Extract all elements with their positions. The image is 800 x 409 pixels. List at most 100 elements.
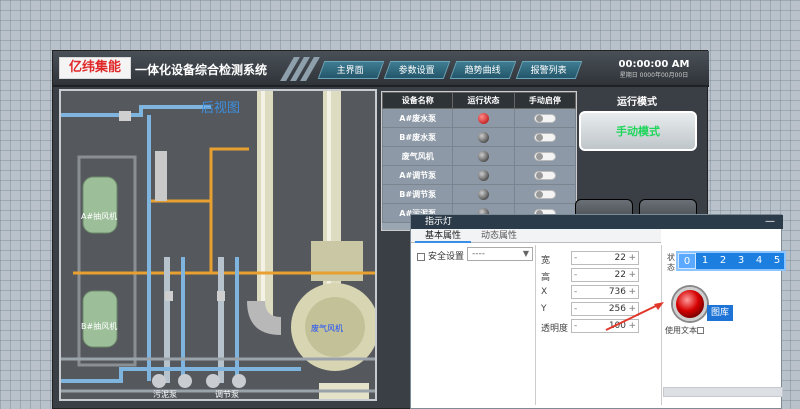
dialog-tab-bar: 基本属性 动态属性 (411, 229, 661, 243)
label-fan-a: A#抽风机 (81, 212, 118, 221)
nav-tab-label: 参数设置 (398, 66, 435, 76)
current-mode-label: 手动模式 (616, 125, 660, 138)
nav-tab-trend[interactable]: 趋势曲线 (449, 61, 517, 79)
status-lamp-red[interactable] (478, 112, 490, 124)
system-title: 一体化设备综合检测系统 (135, 63, 268, 77)
use-text-option[interactable]: 使用文本 (665, 325, 704, 336)
clock: 00:00:00 AM 星期日 0000年00月00日 (611, 59, 697, 79)
divider (535, 245, 536, 405)
state-selector: 0 1 2 3 4 5 (676, 251, 786, 271)
width-value[interactable]: 22 (584, 252, 626, 264)
safety-checkbox[interactable] (417, 252, 425, 261)
toggle-cell (513, 146, 577, 166)
tab-dynamic-props[interactable]: 动态属性 (471, 229, 527, 243)
indicator-properties-dialog: 指示灯 — 基本属性 动态属性 安全设置 ---- ▼ 宽 -22 + 高 -22 +… (410, 214, 786, 409)
label-fan-b: B#抽风机 (81, 322, 118, 331)
decrement-icon[interactable]: - (574, 303, 577, 315)
status-lamp (478, 169, 490, 181)
prop-label-opacity: 透明度 (541, 324, 569, 334)
manual-toggle[interactable] (533, 113, 556, 123)
equipment-name: 废气风机 (381, 146, 454, 166)
brand-logo: 亿纬集能 (59, 57, 131, 79)
table-row: A#调节泵 (381, 165, 577, 185)
col-header-name: 设备名称 (381, 92, 454, 109)
nav-tab-main[interactable]: 主界面 (317, 61, 385, 79)
decrement-icon[interactable]: - (574, 320, 577, 332)
horizontal-scrollbar[interactable] (663, 387, 783, 397)
prop-label-y: Y (541, 304, 547, 314)
decrement-icon[interactable]: - (574, 252, 577, 264)
safety-label: 安全设置 (428, 252, 465, 262)
width-stepper[interactable]: -22 + (571, 251, 639, 265)
nav-tab-label: 报警列表 (530, 66, 567, 76)
prop-label-x: X (541, 287, 548, 297)
toggle-cell (513, 127, 577, 147)
col-header-manual: 手动启停 (513, 92, 577, 109)
nav-tab-label: 趋势曲线 (464, 66, 501, 76)
col-header-status: 运行状态 (452, 92, 515, 109)
manual-toggle[interactable] (533, 132, 556, 142)
status-lamp (478, 188, 490, 200)
table-row: B#废水泵 (381, 127, 577, 147)
toggle-cell (513, 165, 577, 185)
increment-icon[interactable]: + (628, 252, 636, 264)
prop-label-width: 宽 (541, 256, 551, 266)
safety-setting[interactable]: 安全设置 (417, 249, 464, 262)
state-option[interactable]: 0 (678, 253, 696, 269)
table-row: 废气风机 (381, 146, 577, 166)
toggle-cell (513, 184, 577, 204)
decrement-icon[interactable]: - (574, 286, 577, 298)
manual-toggle[interactable] (533, 151, 556, 161)
equipment-name: A#调节泵 (381, 165, 454, 185)
status-cell (452, 146, 515, 166)
use-text-checkbox[interactable] (697, 327, 704, 334)
prop-label-height: 高 (541, 273, 551, 283)
equipment-name: B#调节泵 (381, 184, 454, 204)
nav-tab-label: 主界面 (337, 66, 365, 76)
decrement-icon[interactable]: - (574, 269, 577, 281)
toggle-cell (513, 108, 577, 128)
manual-toggle[interactable] (533, 170, 556, 180)
label-adjust-pump: 调节泵 (215, 390, 239, 399)
safety-select[interactable]: ---- ▼ (467, 247, 533, 261)
mode-panel-title: 运行模式 (617, 97, 657, 108)
equipment-name: B#废水泵 (381, 127, 454, 147)
minimize-icon[interactable]: — (765, 215, 775, 229)
height-value[interactable]: 22 (584, 269, 626, 281)
status-lamp (478, 131, 490, 143)
status-cell (452, 165, 515, 185)
state-option[interactable]: 3 (732, 253, 750, 269)
annotation-arrow (605, 302, 664, 331)
label-sludge-pump: 污泥泵 (153, 390, 177, 399)
tab-basic-props[interactable]: 基本属性 (415, 229, 472, 243)
gallery-button[interactable]: 图库 (707, 305, 733, 321)
table-row: A#废水泵 (381, 108, 577, 128)
state-option[interactable]: 5 (768, 253, 786, 269)
height-stepper[interactable]: -22 + (571, 268, 639, 282)
status-lamp (478, 150, 490, 162)
title-bar: 亿纬集能 一体化设备综合检测系统 主界面 参数设置 趋势曲线 报警列表 00:0… (53, 51, 709, 87)
indicator-preview-lamp[interactable] (673, 287, 707, 321)
status-cell (452, 184, 515, 204)
pipe-diagram (61, 91, 375, 399)
clock-date: 星期日 0000年00月00日 (619, 72, 689, 79)
label-exhaust-fan: 废气风机 (311, 324, 343, 333)
manual-toggle[interactable] (533, 189, 556, 199)
nav-tab-alarms[interactable]: 报警列表 (515, 61, 583, 79)
increment-icon[interactable]: + (628, 269, 636, 281)
safety-select-value: ---- (472, 249, 485, 259)
equipment-name: A#废水泵 (381, 108, 454, 128)
state-option[interactable]: 1 (696, 253, 714, 269)
table-row: B#调节泵 (381, 184, 577, 204)
process-canvas: 后视图 A#抽风机 B#抽风机 废气风机 污泥泵 调节泵 (59, 89, 377, 401)
dialog-title: 指示灯 (411, 215, 783, 229)
state-option[interactable]: 2 (714, 253, 732, 269)
status-cell (452, 108, 515, 128)
canvas-title: 后视图 (201, 101, 241, 116)
state-option[interactable]: 4 (750, 253, 768, 269)
chevron-down-icon: ▼ (522, 249, 529, 258)
status-cell (452, 127, 515, 147)
equipment-table: 设备名称 运行状态 手动启停 A#废水泵 B#废水泵 废气风机 A#调节泵 B#… (381, 91, 577, 231)
nav-tab-params[interactable]: 参数设置 (383, 61, 451, 79)
clock-time: 00:00:00 AM (618, 59, 690, 70)
